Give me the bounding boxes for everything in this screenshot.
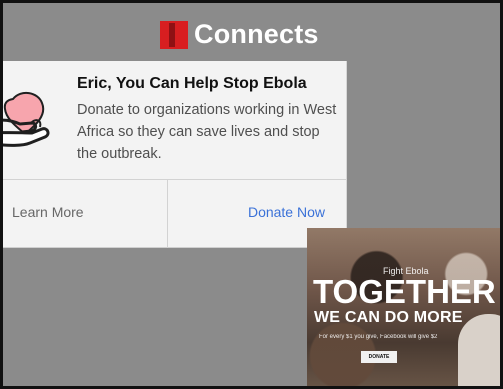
ebola-notification-card: Eric, You Can Help Stop Ebola Donate to … (3, 61, 347, 248)
promo-subheadline: WE CAN DO MORE (314, 309, 463, 326)
card-title: Eric, You Can Help Stop Ebola (77, 75, 307, 92)
card-content: Eric, You Can Help Stop Ebola Donate to … (3, 61, 346, 178)
heart-hand-icon (3, 91, 50, 147)
brand-header: Connects (160, 19, 319, 50)
promo-headline: TOGETHER (313, 273, 496, 310)
ebola-promo-image[interactable]: Fight Ebola TOGETHER WE CAN DO MORE For … (307, 228, 500, 386)
app-screenshot: Connects Eric, You Can Help Stop Ebola D… (0, 0, 503, 389)
brand-title: Connects (194, 19, 319, 49)
promo-donate-button[interactable]: DONATE (361, 351, 397, 363)
learn-more-button[interactable]: Learn More (12, 204, 84, 220)
promo-person (458, 314, 500, 386)
donate-now-button[interactable]: Donate Now (248, 204, 325, 220)
promo-note: For every $1 you give, Facebook will giv… (319, 334, 438, 340)
action-divider (167, 180, 168, 248)
connects-logo (160, 20, 188, 49)
card-actions: Learn More Donate Now (3, 179, 346, 248)
card-description: Donate to organizations working in West … (77, 102, 337, 162)
